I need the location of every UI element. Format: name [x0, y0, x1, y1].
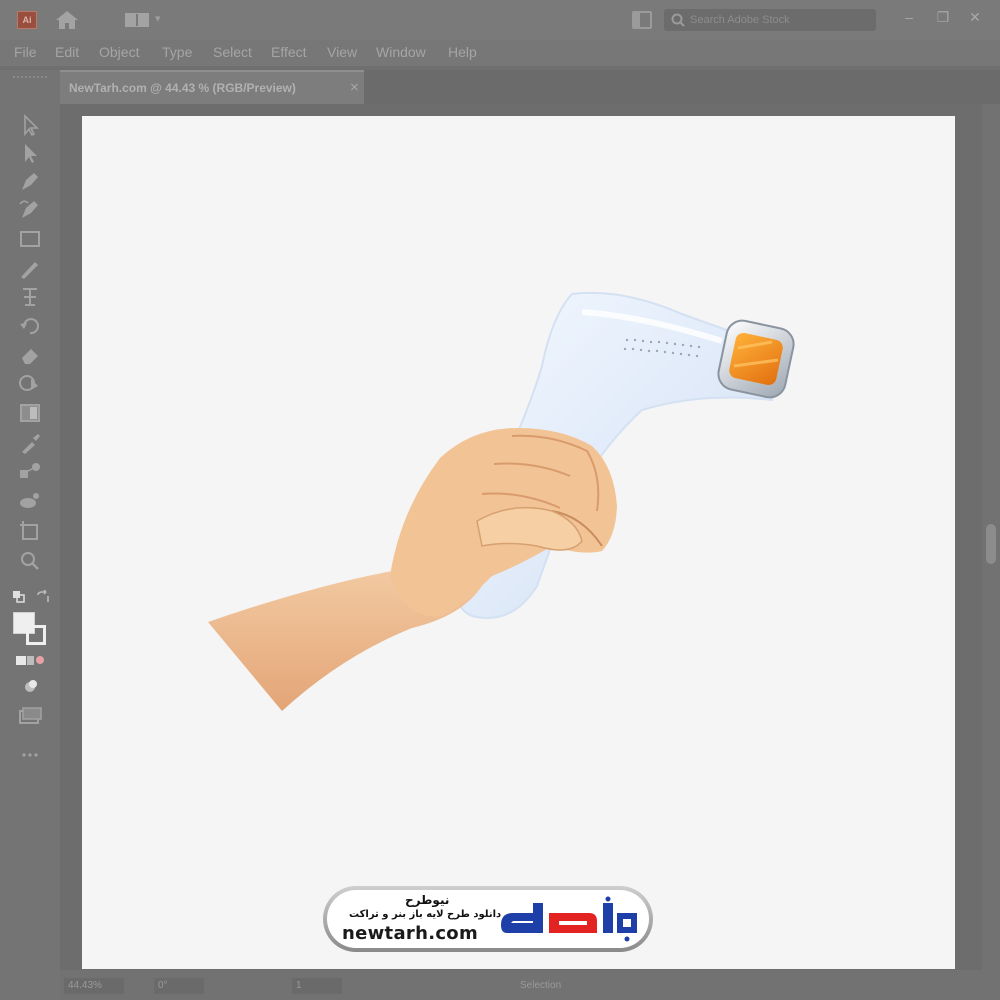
- watermark-tagline: دانلود طرح لایه باز بنر و تراکت: [349, 909, 502, 920]
- search-box[interactable]: [664, 9, 876, 31]
- menu-edit[interactable]: Edit: [55, 44, 79, 60]
- gradient-tool-icon[interactable]: [16, 400, 44, 426]
- minimize-button[interactable]: –: [896, 6, 922, 28]
- search-input[interactable]: [690, 11, 870, 29]
- newtarh-logo-icon: [501, 896, 637, 942]
- swap-colors-icon[interactable]: [36, 590, 50, 604]
- vertical-scrollbar[interactable]: [982, 104, 1000, 970]
- rotate-tool-icon[interactable]: [16, 312, 44, 338]
- current-tool-label: Selection: [520, 980, 562, 991]
- menu-file[interactable]: File: [14, 44, 37, 60]
- direct-selection-tool-icon[interactable]: [16, 140, 44, 166]
- rectangle-tool-icon[interactable]: [16, 226, 44, 252]
- workspace-switcher-icon[interactable]: [124, 11, 150, 29]
- document-tab[interactable]: NewTarh.com @ 44.43 % (RGB/Preview) ×: [60, 70, 364, 104]
- document-tab-bar: NewTarh.com @ 44.43 % (RGB/Preview) ×: [60, 70, 1000, 104]
- default-colors-icon[interactable]: [12, 590, 26, 604]
- menu-help[interactable]: Help: [448, 44, 477, 60]
- canvas-area[interactable]: [60, 104, 982, 970]
- blend-tool-icon[interactable]: [16, 458, 44, 484]
- menu-window[interactable]: Window: [376, 44, 426, 60]
- menu-bar: File Edit Object Type Select Effect View…: [0, 40, 1000, 66]
- tools-panel: [0, 70, 60, 1000]
- pen-tool-icon[interactable]: [16, 168, 44, 194]
- panel-grip[interactable]: [13, 76, 47, 78]
- close-button[interactable]: ✕: [962, 6, 988, 28]
- type-tool-icon[interactable]: [16, 284, 44, 310]
- watermark-inner: نیوطرح دانلود طرح لایه باز بنر و تراکت n…: [327, 890, 649, 948]
- watermark-url: newtarh.com: [342, 923, 479, 944]
- draw-mode-icon[interactable]: [16, 674, 44, 700]
- watermark-badge: نیوطرح دانلود طرح لایه باز بنر و تراکت n…: [323, 886, 653, 952]
- chevron-down-icon[interactable]: ▾: [155, 12, 161, 25]
- watermark-brand: نیوطرح: [405, 893, 450, 907]
- eraser-tool-icon[interactable]: [16, 342, 44, 368]
- eyedropper-tool-icon[interactable]: [16, 430, 44, 456]
- restore-button[interactable]: ❐: [930, 6, 956, 28]
- shape-builder-tool-icon[interactable]: [16, 370, 44, 396]
- curvature-tool-icon[interactable]: [16, 196, 44, 222]
- stroke-color-swatch[interactable]: [26, 625, 46, 645]
- title-bar: Ai ▾ – ❐ ✕: [0, 0, 1000, 40]
- search-icon: [671, 13, 685, 27]
- more-tools-icon[interactable]: [16, 742, 44, 768]
- artboard[interactable]: [82, 116, 955, 969]
- zoom-level-field[interactable]: 44.43%: [64, 978, 124, 994]
- menu-select[interactable]: Select: [213, 44, 252, 60]
- menu-object[interactable]: Object: [99, 44, 139, 60]
- menu-effect[interactable]: Effect: [271, 44, 307, 60]
- scrollbar-thumb[interactable]: [986, 524, 996, 564]
- paintbrush-tool-icon[interactable]: [16, 256, 44, 282]
- artboard-tool-icon[interactable]: [16, 518, 44, 544]
- selection-tool-icon[interactable]: [16, 112, 44, 138]
- hand-holding-ipl-device-illustration[interactable]: [82, 116, 955, 969]
- screen-mode-icon[interactable]: [16, 702, 44, 728]
- menu-type[interactable]: Type: [162, 44, 192, 60]
- status-bar: 44.43% 0° 1 Selection: [60, 970, 1000, 1000]
- zoom-tool-icon[interactable]: [16, 548, 44, 574]
- color-mode-icon[interactable]: [16, 648, 44, 674]
- rotation-field[interactable]: 0°: [154, 978, 204, 994]
- symbol-sprayer-tool-icon[interactable]: [16, 488, 44, 514]
- document-tab-label: NewTarh.com @ 44.43 % (RGB/Preview): [69, 81, 296, 95]
- tab-close-icon[interactable]: ×: [350, 79, 359, 96]
- home-icon[interactable]: [54, 9, 80, 31]
- artboard-number-field[interactable]: 1: [292, 978, 342, 994]
- app-logo: Ai: [17, 11, 37, 29]
- menu-view[interactable]: View: [327, 44, 357, 60]
- arrange-documents-icon[interactable]: [632, 11, 652, 29]
